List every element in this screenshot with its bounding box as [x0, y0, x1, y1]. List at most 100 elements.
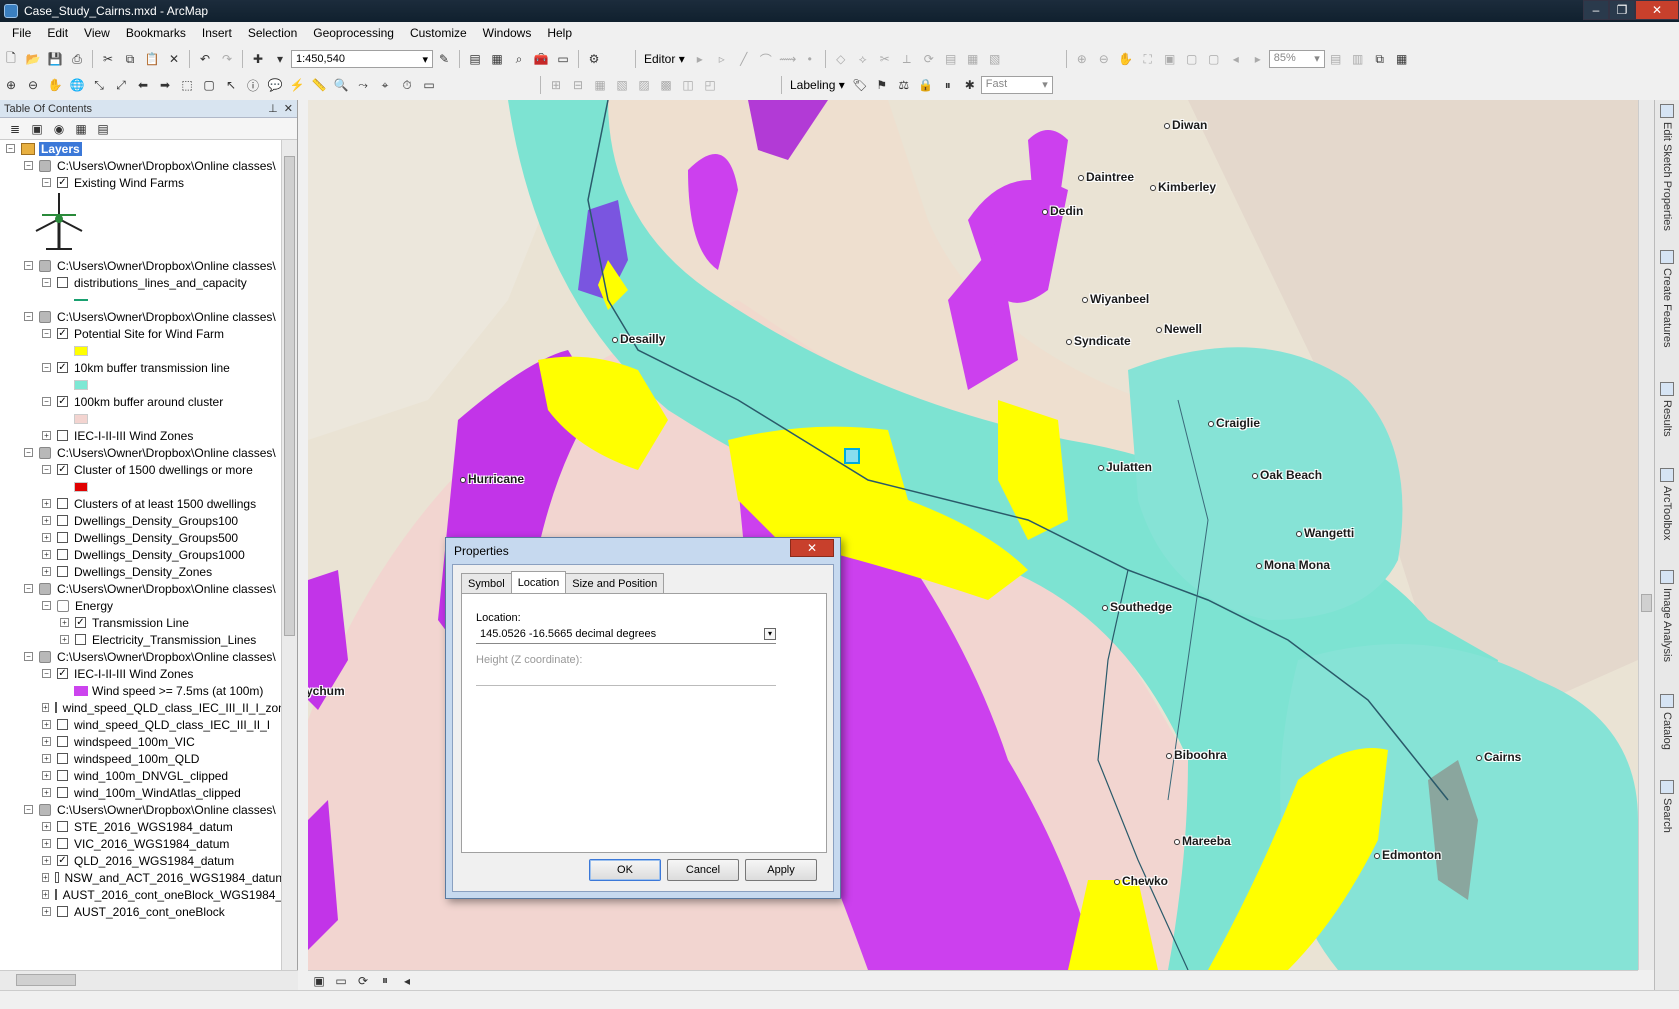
fixed-zoom-out-icon[interactable]: ▢: [1204, 49, 1224, 69]
expand-icon[interactable]: +: [42, 907, 51, 916]
fixed-zoom-in-icon[interactable]: ▢: [1182, 49, 1202, 69]
toc-group-layer[interactable]: − Energy: [0, 597, 282, 614]
layer-visibility-checkbox[interactable]: [57, 821, 68, 832]
expand-icon[interactable]: +: [42, 856, 51, 865]
point-icon[interactable]: •: [800, 49, 820, 69]
layer-visibility-checkbox[interactable]: [57, 787, 68, 798]
undo-icon[interactable]: ↶: [195, 49, 215, 69]
list-by-selection-icon[interactable]: ▦: [71, 119, 91, 139]
model-builder-icon[interactable]: ⚙: [584, 49, 604, 69]
toc-layer[interactable]: − distributions_lines_and_capacity: [0, 274, 282, 291]
print-icon[interactable]: ⎙: [67, 49, 87, 69]
expand-icon[interactable]: +: [42, 516, 51, 525]
toc-group[interactable]: − C:\Users\Owner\Dropbox\Online classes\: [0, 308, 282, 325]
selected-graphic-marker[interactable]: [844, 448, 860, 464]
layer-visibility-checkbox[interactable]: [57, 770, 68, 781]
menu-file[interactable]: File: [4, 26, 39, 40]
layer-visibility-checkbox[interactable]: [57, 719, 68, 730]
label-weights-icon[interactable]: ⚖: [894, 75, 914, 95]
dialog-title-bar[interactable]: Properties ✕: [446, 538, 840, 564]
scroll-left-icon[interactable]: ◂: [397, 971, 417, 991]
measure-icon[interactable]: 📏: [309, 75, 329, 95]
layout-zoom-out-icon[interactable]: ⊖: [1094, 49, 1114, 69]
expand-icon[interactable]: +: [42, 550, 51, 559]
end-point-arc-icon[interactable]: ⌒: [756, 49, 776, 69]
expand-icon[interactable]: +: [60, 635, 69, 644]
location-field[interactable]: 145.0526 -16.5665 decimal degrees: [476, 626, 776, 644]
redo-icon[interactable]: ↷: [217, 49, 237, 69]
dialog-close-button[interactable]: ✕: [790, 539, 834, 557]
paste-icon[interactable]: 📋: [142, 49, 162, 69]
delete-icon[interactable]: ✕: [164, 49, 184, 69]
menu-help[interactable]: Help: [539, 26, 580, 40]
catalog-window-icon[interactable]: ▦: [487, 49, 507, 69]
expand-icon[interactable]: +: [42, 754, 51, 763]
editor-menu[interactable]: Editor ▾: [644, 52, 685, 66]
layer-visibility-checkbox[interactable]: [75, 634, 86, 645]
layout-pan-icon[interactable]: ✋: [1116, 49, 1136, 69]
sketch-properties-icon[interactable]: ▦: [963, 49, 983, 69]
find-route-icon[interactable]: ⤳: [353, 75, 373, 95]
layer-visibility-checkbox[interactable]: ✓: [57, 396, 68, 407]
expand-icon[interactable]: +: [42, 703, 49, 712]
expand-icon[interactable]: +: [42, 771, 51, 780]
toc-layer[interactable]: − ✓ 10km buffer transmission line: [0, 359, 282, 376]
toc-layer[interactable]: − ✓ IEC-I-II-III Wind Zones: [0, 665, 282, 682]
georef-5-icon[interactable]: ▨: [634, 75, 654, 95]
toc-options-icon[interactable]: ▤: [93, 119, 113, 139]
toc-layer[interactable]: + Dwellings_Density_Groups500: [0, 529, 282, 546]
create-features-icon[interactable]: ▧: [985, 49, 1005, 69]
collapse-icon[interactable]: −: [24, 448, 33, 457]
time-slider-icon[interactable]: ⏱: [397, 75, 417, 95]
expand-icon[interactable]: +: [42, 431, 51, 440]
minimize-button[interactable]: –: [1583, 0, 1609, 20]
expand-icon[interactable]: +: [42, 533, 51, 542]
expand-icon[interactable]: +: [42, 567, 51, 576]
expand-icon[interactable]: +: [42, 873, 49, 882]
menu-view[interactable]: View: [76, 26, 118, 40]
collapse-icon[interactable]: −: [24, 652, 33, 661]
expand-icon[interactable]: +: [42, 788, 51, 797]
toc-layer[interactable]: + wind_100m_WindAtlas_clipped: [0, 784, 282, 801]
pause-labeling-icon[interactable]: ⏸: [938, 75, 958, 95]
layer-visibility-checkbox[interactable]: ✓: [57, 177, 68, 188]
collapse-icon[interactable]: −: [24, 805, 33, 814]
tab-arctoolbox[interactable]: ArcToolbox: [1657, 468, 1677, 558]
expand-icon[interactable]: +: [42, 890, 49, 899]
new-document-icon[interactable]: 🗋: [1, 49, 21, 69]
collapse-icon[interactable]: −: [24, 261, 33, 270]
ok-button[interactable]: OK: [589, 859, 661, 881]
layer-visibility-checkbox[interactable]: ✓: [75, 617, 86, 628]
apply-button[interactable]: Apply: [745, 859, 817, 881]
list-by-visibility-icon[interactable]: ◉: [49, 119, 69, 139]
zoom-whole-page-icon[interactable]: ⛶: [1138, 49, 1158, 69]
collapse-icon[interactable]: −: [42, 669, 51, 678]
expand-icon[interactable]: +: [60, 618, 69, 627]
identify-icon[interactable]: ⓘ: [243, 75, 263, 95]
focus-data-frame-icon[interactable]: ▥: [1348, 49, 1368, 69]
pin-icon[interactable]: ⊥: [268, 103, 278, 115]
toc-group[interactable]: − C:\Users\Owner\Dropbox\Online classes\: [0, 157, 282, 174]
split-icon[interactable]: ⟂: [897, 49, 917, 69]
layer-visibility-checkbox[interactable]: [57, 277, 68, 288]
layer-visibility-checkbox[interactable]: [57, 736, 68, 747]
toc-layer[interactable]: + AUST_2016_cont_oneBlock: [0, 903, 282, 920]
toc-layer[interactable]: + Dwellings_Density_Groups100: [0, 512, 282, 529]
layer-visibility-checkbox[interactable]: [54, 889, 57, 900]
table-of-contents-icon[interactable]: ▤: [465, 49, 485, 69]
toc-layer[interactable]: − ✓ 100km buffer around cluster: [0, 393, 282, 410]
label-quality-select[interactable]: Fast ▾: [980, 76, 1053, 94]
collapse-icon[interactable]: −: [42, 178, 51, 187]
collapse-icon[interactable]: −: [42, 397, 51, 406]
previous-extent-icon[interactable]: ◂: [1226, 49, 1246, 69]
toc-layer[interactable]: + VIC_2016_WGS1984_datum: [0, 835, 282, 852]
pan-icon[interactable]: ✋: [45, 75, 65, 95]
full-extent-icon[interactable]: 🌐: [67, 75, 87, 95]
close-window-button[interactable]: ✕: [1635, 0, 1679, 20]
fixed-zoom-out-icon[interactable]: ⤢: [111, 75, 131, 95]
tab-size-and-position[interactable]: Size and Position: [565, 573, 665, 593]
back-extent-icon[interactable]: ⬅: [133, 75, 153, 95]
select-elements-icon[interactable]: ↖: [221, 75, 241, 95]
tab-edit-sketch-properties[interactable]: Edit Sketch Properties: [1657, 104, 1677, 234]
tab-catalog[interactable]: Catalog: [1657, 694, 1677, 764]
